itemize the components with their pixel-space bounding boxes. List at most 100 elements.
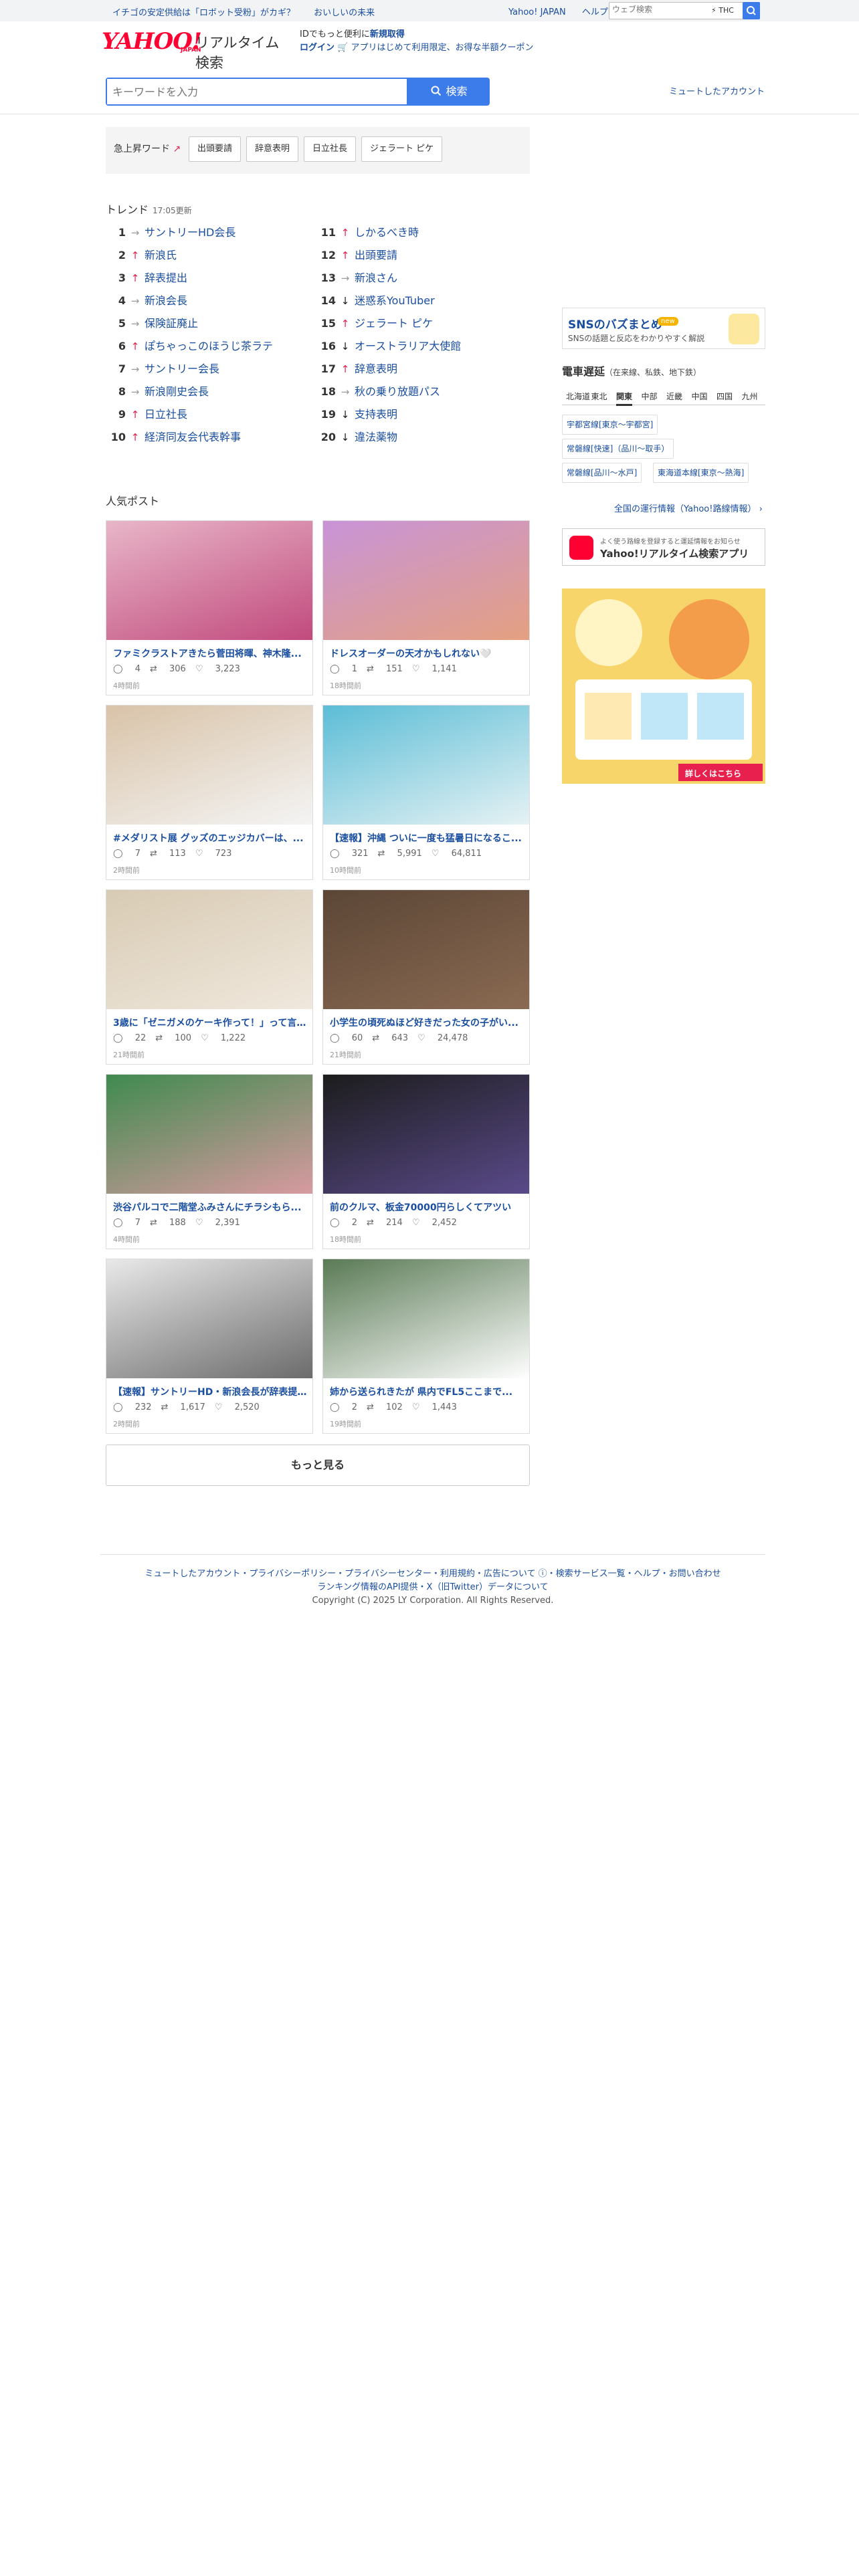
post-title[interactable]: 3歳に「ゼニガメのケーキ作って！」って言わ... — [113, 1016, 307, 1029]
reply-value: 7 — [134, 1218, 140, 1228]
post-image[interactable] — [106, 521, 312, 640]
trend-item[interactable]: 6 ↑ ぽちゃっこのほうじ茶ラテ — [106, 337, 273, 356]
post-image[interactable] — [106, 890, 312, 1009]
web-search-input[interactable] — [612, 5, 706, 14]
post-card[interactable]: 姉から送られきたが 県内でFL5ここまで... ◯ 2 ⇄ 102 ♡ 1,443 19… — [322, 1259, 530, 1434]
app-banner[interactable]: よく使う路線を登録すると運延情報をお知らせ Yahoo!リアルタイム検索アプリ — [562, 528, 765, 566]
post-title[interactable]: 【速報】サントリーHD・新浪会長が辞表提... — [113, 1385, 307, 1398]
post-card[interactable]: 【速報】サントリーHD・新浪会長が辞表提... ◯ 232 ⇄ 1,617 ♡ 2,5… — [106, 1259, 313, 1434]
trend-item[interactable]: 20 ↓ 違法薬物 — [316, 428, 397, 447]
trend-item[interactable]: 11 ↑ しかるべき時 — [316, 223, 419, 242]
like-count: ♡ 1,141 — [412, 664, 457, 674]
repost-icon: ⇄ — [377, 849, 388, 859]
rising-chip[interactable]: 日立社長 — [304, 136, 357, 162]
muted-accounts-link[interactable]: ミュートしたアカウント — [669, 84, 765, 97]
post-card[interactable]: ファミクラストアきたら菅田将暉、神木隆... ◯ 4 ⇄ 306 ♡ 3,223 4時間… — [106, 520, 313, 695]
post-image[interactable] — [106, 1075, 312, 1194]
post-card[interactable]: ドレスオーダーの天才かもしれない🤍 ◯ 1 ⇄ 151 ♡ 1,141 18時間前 — [322, 520, 530, 695]
rising-chip[interactable]: 出頭要請 — [189, 136, 242, 162]
post-card[interactable]: 【速報】沖縄 ついに一度も猛暑日になるこ... ◯ 321 ⇄ 5,991 ♡ 64,… — [322, 705, 530, 880]
all-train-info-link[interactable]: 全国の運行情報（Yahoo!路線情報） › — [614, 502, 763, 514]
post-title[interactable]: 渋谷パルコで二階堂ふみさんにチラシもら... — [113, 1200, 307, 1214]
web-search-button[interactable] — [743, 2, 760, 19]
site-logo[interactable]: YAHOO! JAPAN リアルタイム検索 — [102, 28, 289, 71]
post-card[interactable]: 3歳に「ゼニガメのケーキ作って！」って言わ... ◯ 22 ⇄ 100 ♡ 1,222… — [106, 889, 313, 1065]
post-title[interactable]: 姉から送られきたが 県内でFL5ここまで... — [330, 1385, 524, 1398]
repost-icon: ⇄ — [149, 664, 160, 674]
region-tab[interactable]: 関東 — [616, 391, 633, 406]
post-card[interactable]: 前のクルマ、板金70000円らしくてアツい ◯ 2 ⇄ 214 ♡ 2,452 18時間… — [322, 1074, 530, 1249]
post-title[interactable]: #メダリスト展 グッズのエッジカバーは、... — [113, 831, 307, 845]
region-tab[interactable]: 中国 — [692, 391, 708, 402]
search-button[interactable]: 検索 — [408, 78, 490, 106]
post-title[interactable]: ドレスオーダーの天才かもしれない🤍 — [330, 647, 524, 660]
rising-chip[interactable]: ジェラート ピケ — [361, 136, 443, 162]
delayed-line[interactable]: 常磐線[品川〜水戸] — [562, 463, 642, 483]
trend-item[interactable]: 19 ↓ 支持表明 — [316, 405, 397, 424]
trend-item[interactable]: 9 ↑ 日立社長 — [106, 405, 187, 424]
trend-text: 違法薬物 — [355, 431, 398, 443]
post-card[interactable]: 渋谷パルコで二階堂ふみさんにチラシもら... ◯ 7 ⇄ 188 ♡ 2,391 4時間… — [106, 1074, 313, 1249]
trend-item[interactable]: 7 → サントリー会長 — [106, 360, 219, 379]
top-news-link-2[interactable]: おいしいの未来 — [314, 8, 375, 18]
thc-label[interactable]: ⚡ THC — [711, 6, 734, 15]
delayed-line[interactable]: 宇都宮線[東京〜宇都宮] — [562, 415, 658, 435]
trend-item[interactable]: 15 ↑ ジェラート ピケ — [316, 314, 433, 333]
sns-buzz-banner[interactable]: SNSのバズまとめ new SNSの話題と反応をわかりやすく解説 — [562, 308, 765, 349]
post-title[interactable]: 小学生の頃死ぬほど好きだった女の子がい... — [330, 1016, 524, 1029]
trend-item[interactable]: 18 → 秋の乗り放題パス — [316, 383, 440, 401]
footer-links-2[interactable]: ランキング情報のAPI提供・X（旧Twitter）データについて — [317, 1582, 548, 1592]
trend-item[interactable]: 10 ↑ 経済同友会代表幹事 — [106, 428, 241, 447]
post-image[interactable] — [106, 706, 312, 825]
post-image[interactable] — [323, 521, 529, 640]
region-tab[interactable]: 四国 — [717, 391, 733, 402]
trend-item[interactable]: 12 ↑ 出頭要請 — [316, 246, 397, 265]
trend-item[interactable]: 1 → サントリーHD会長 — [106, 223, 236, 242]
reply-icon: ◯ — [330, 1218, 343, 1228]
trend-item[interactable]: 4 → 新浪会長 — [106, 292, 187, 310]
signup-link[interactable]: 新規取得 — [370, 29, 405, 39]
footer-links[interactable]: ミュートしたアカウント・プライバシーポリシー・プライバシーセンター・利用規約・広… — [145, 1569, 721, 1579]
promo-text: IDでもっと便利に — [300, 29, 370, 39]
search-input[interactable] — [107, 79, 407, 104]
region-tab[interactable]: 中部 — [642, 391, 658, 402]
trend-item[interactable]: 2 ↑ 新浪氏 — [106, 246, 177, 265]
trend-item[interactable]: 3 ↑ 辞表提出 — [106, 269, 187, 288]
delayed-line[interactable]: 常磐線[快速]（品川〜取手） — [562, 439, 674, 459]
trend-item[interactable]: 14 ↓ 迷惑系YouTuber — [316, 292, 435, 310]
post-card[interactable]: 小学生の頃死ぬほど好きだった女の子がい... ◯ 60 ⇄ 643 ♡ 24,478 2… — [322, 889, 530, 1065]
trend-item[interactable]: 8 → 新浪剛史会長 — [106, 383, 209, 401]
region-tab[interactable]: 九州 — [742, 391, 758, 402]
post-title[interactable]: 前のクルマ、板金70000円らしくてアツい — [330, 1200, 524, 1214]
trend-item[interactable]: 5 → 保険証廃止 — [106, 314, 198, 333]
arrow-down-icon: ↓ — [341, 409, 350, 421]
delayed-line[interactable]: 東海道本線[東京〜熱海] — [653, 463, 749, 483]
advertisement[interactable]: 詳しくはこちら — [562, 579, 765, 784]
region-tab[interactable]: 近畿 — [666, 391, 682, 402]
footer: ミュートしたアカウント・プライバシーポリシー・プライバシーセンター・利用規約・広… — [100, 1568, 765, 1608]
region-tab[interactable]: 北海道 — [566, 391, 590, 402]
coupon-link[interactable]: 🛒 アプリはじめて利用限定、お得な半額クーポン — [337, 43, 533, 53]
trend-text: 辞意表明 — [355, 362, 398, 375]
trend-item[interactable]: 17 ↑ 辞意表明 — [316, 360, 397, 379]
post-title[interactable]: 【速報】沖縄 ついに一度も猛暑日になるこ... — [330, 831, 524, 845]
login-link[interactable]: ログイン — [300, 43, 335, 53]
trend-item[interactable]: 13 → 新浪さん — [316, 269, 397, 288]
arrow-up-icon: ↑ — [130, 272, 140, 284]
post-title[interactable]: ファミクラストアきたら菅田将暉、神木隆... — [113, 647, 307, 660]
trend-text: 経済同友会代表幹事 — [145, 431, 242, 443]
help-link[interactable]: ヘルプ — [582, 7, 608, 17]
post-image[interactable] — [323, 706, 529, 825]
top-news-link-1[interactable]: イチゴの安定供給は「ロボット受粉」がカギ？ — [112, 8, 295, 18]
post-image[interactable] — [323, 1259, 529, 1378]
reply-count: ◯ 232 — [113, 1402, 152, 1412]
trend-item[interactable]: 16 ↓ オーストラリア大使館 — [316, 337, 461, 356]
yahoo-japan-link[interactable]: Yahoo! JAPAN — [508, 7, 566, 17]
region-tab[interactable]: 東北 — [591, 391, 607, 402]
post-image[interactable] — [106, 1259, 312, 1378]
more-button[interactable]: もっと見る — [106, 1444, 530, 1486]
post-image[interactable] — [323, 1075, 529, 1194]
post-image[interactable] — [323, 890, 529, 1009]
rising-chip[interactable]: 辞意表明 — [246, 136, 299, 162]
post-card[interactable]: #メダリスト展 グッズのエッジカバーは、... ◯ 7 ⇄ 113 ♡ 723 2時間前 — [106, 705, 313, 880]
